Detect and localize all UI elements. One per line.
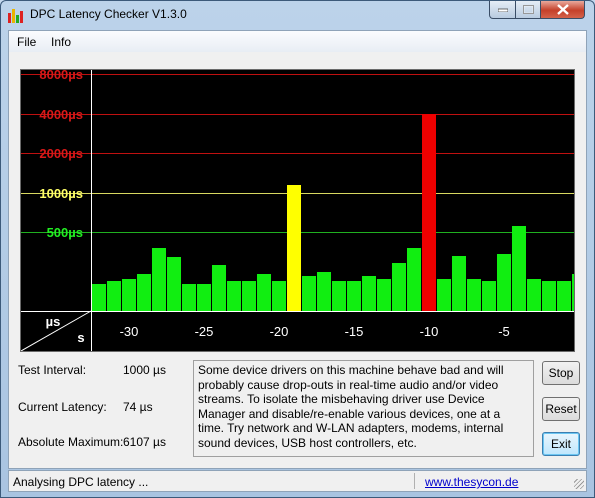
corner-unit-y-label: µs (46, 314, 61, 329)
minimize-button[interactable] (489, 1, 516, 19)
y-tick-label: 8000µs (39, 70, 83, 82)
latency-bar (407, 248, 421, 311)
info-text-box: Some device drivers on this machine beha… (193, 360, 534, 457)
close-button[interactable] (540, 1, 585, 19)
close-icon (556, 4, 569, 15)
corner-unit-x-label: s (77, 330, 84, 345)
latency-bar (512, 226, 526, 311)
app-window: DPC Latency Checker V1.3.0 File Info 160… (0, 0, 595, 498)
maximize-icon (522, 5, 534, 14)
latency-bar (302, 276, 316, 311)
latency-bar (572, 274, 574, 311)
x-tick-label: -10 (420, 324, 439, 339)
latency-bar (257, 274, 271, 311)
latency-bar (527, 279, 541, 311)
latency-bar (542, 281, 556, 311)
latency-bar (227, 281, 241, 311)
absolute-maximum-value: 6107 µs (123, 435, 166, 449)
latency-bar (377, 279, 391, 311)
latency-bar (332, 281, 346, 311)
latency-bar (272, 281, 286, 311)
latency-bar (317, 272, 331, 311)
latency-chart: 16000µs8000µs4000µs2000µs1000µs500µsµss-… (20, 69, 575, 352)
minimize-icon (497, 8, 508, 12)
latency-bar (497, 254, 511, 311)
y-tick-label: 2000µs (39, 146, 83, 161)
latency-bar (197, 284, 211, 311)
y-tick-label: 500µs (47, 225, 83, 240)
x-tick-label: -15 (345, 324, 364, 339)
latency-bar (137, 274, 151, 311)
maximize-button[interactable] (515, 1, 541, 19)
window-title: DPC Latency Checker V1.3.0 (30, 7, 187, 21)
latency-bar (92, 284, 106, 311)
latency-chart-svg: 16000µs8000µs4000µs2000µs1000µs500µsµss-… (21, 70, 574, 351)
latency-bar (437, 279, 451, 311)
latency-bar (362, 276, 376, 311)
status-separator (414, 473, 415, 489)
latency-bar (347, 281, 361, 311)
y-tick-label: 4000µs (39, 107, 83, 122)
x-tick-label: -30 (120, 324, 139, 339)
current-latency-label: Current Latency: (18, 400, 107, 414)
x-tick-label: -20 (270, 324, 289, 339)
bar-chart-app-icon (8, 7, 24, 23)
x-tick-label: -25 (195, 324, 214, 339)
menu-bar: File Info (9, 31, 586, 52)
latency-bar (122, 279, 136, 311)
test-interval-value: 1000 µs (123, 363, 166, 377)
latency-bar (212, 265, 226, 311)
latency-bar (152, 248, 166, 311)
status-text: Analysing DPC latency ... (13, 475, 149, 489)
latency-bar (242, 281, 256, 311)
menu-file[interactable]: File (17, 35, 36, 49)
latency-bar (287, 185, 301, 311)
resize-grip-icon[interactable] (574, 479, 584, 489)
latency-bar (422, 114, 436, 311)
status-bar: Analysing DPC latency ... www.thesycon.d… (8, 470, 587, 492)
latency-bar (467, 279, 481, 311)
x-tick-label: -5 (498, 324, 510, 339)
menu-info[interactable]: Info (51, 35, 71, 49)
current-latency-value: 74 µs (123, 400, 153, 414)
title-bar[interactable]: DPC Latency Checker V1.3.0 (1, 1, 594, 29)
y-tick-label: 1000µs (39, 186, 83, 201)
absolute-maximum-label: Absolute Maximum: (18, 435, 124, 449)
latency-bar (182, 284, 196, 311)
latency-bar (452, 256, 466, 311)
client-area: File Info 16000µs8000µs4000µs2000µs1000µ… (8, 30, 587, 469)
latency-bar (482, 281, 496, 311)
stop-button[interactable]: Stop (542, 361, 580, 385)
latency-bar (392, 263, 406, 311)
reset-button[interactable]: Reset (542, 397, 580, 421)
latency-bar (167, 257, 181, 311)
test-interval-label: Test Interval: (18, 363, 87, 377)
latency-bar (557, 281, 571, 311)
latency-bar (107, 281, 121, 311)
exit-button[interactable]: Exit (542, 432, 580, 456)
website-link[interactable]: www.thesycon.de (425, 475, 518, 489)
